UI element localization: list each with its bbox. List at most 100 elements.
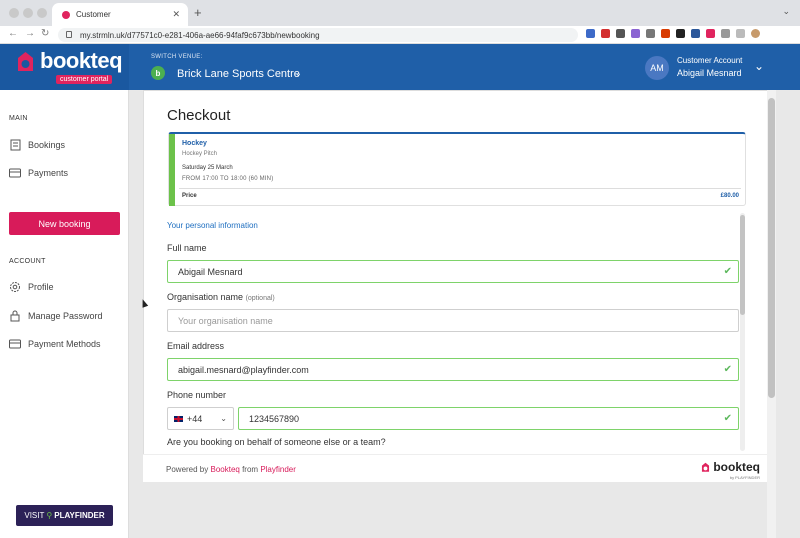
bookings-icon xyxy=(9,139,21,151)
phone-label: Phone number xyxy=(167,390,227,400)
venue-chevron-icon[interactable]: ⌄ xyxy=(295,69,302,78)
sidebar-item-manage-password[interactable]: Manage Password xyxy=(9,310,103,322)
tab-title: Customer xyxy=(76,10,111,19)
new-tab-button[interactable]: + xyxy=(194,5,202,20)
back-icon[interactable]: ← xyxy=(8,28,18,39)
chevron-down-icon: ⌄ xyxy=(220,414,227,423)
forward-icon[interactable]: → xyxy=(25,28,35,39)
booking-date: Saturday 25 March xyxy=(182,165,233,171)
extension-9-icon[interactable] xyxy=(706,29,715,38)
browser-tab[interactable]: Customer ✕ xyxy=(52,3,188,26)
booking-time: FROM 17:00 TO 18:00 (60 MIN) xyxy=(182,176,274,182)
account-type: Customer Account xyxy=(677,56,743,65)
extension-4-icon[interactable] xyxy=(631,29,640,38)
check-icon: ✔ xyxy=(723,364,732,375)
logo-area[interactable]: bookteq customer portal xyxy=(0,44,129,90)
organisation-field[interactable]: Your organisation name xyxy=(167,309,739,332)
uk-flag-icon xyxy=(174,415,183,422)
extension-1-icon[interactable] xyxy=(586,29,595,38)
sidebar-item-payments[interactable]: Payments xyxy=(9,167,68,179)
sidebar-main-label: MAIN xyxy=(9,115,28,122)
sidebar-account-label: ACCOUNT xyxy=(9,258,46,265)
extension-2-icon[interactable] xyxy=(601,29,610,38)
portal-badge: customer portal xyxy=(56,75,113,84)
email-value: abigail.mesnard@playfinder.com xyxy=(178,364,309,375)
venue-label: SWITCH VENUE: xyxy=(151,54,203,60)
extension-icons xyxy=(586,29,760,38)
gear-icon xyxy=(9,281,21,293)
bookteq-logo-icon xyxy=(18,52,33,71)
checkout-footer: Powered by Bookteq from Playfinder bookt… xyxy=(143,454,774,482)
organisation-label-text: Organisation name xyxy=(167,292,244,302)
personal-info-section-link[interactable]: Your personal information xyxy=(167,221,258,230)
sidebar-toggle-icon[interactable] xyxy=(736,29,745,38)
puzzle-icon[interactable] xyxy=(721,29,730,38)
reload-icon[interactable]: ↻ xyxy=(41,28,49,39)
venue-selector[interactable]: Brick Lane Sports Centre xyxy=(177,68,300,80)
window-minimize-button[interactable] xyxy=(23,8,33,18)
email-field[interactable]: abigail.mesnard@playfinder.com ✔ xyxy=(167,358,739,381)
lock-icon xyxy=(9,310,21,322)
url-field[interactable]: my.strmln.uk/d77571c0-e281-406a-ae66-94f… xyxy=(58,28,578,42)
bookteq-link[interactable]: Bookteq xyxy=(210,465,239,474)
divider xyxy=(179,188,741,189)
card-icon xyxy=(9,167,21,179)
new-booking-button[interactable]: New booking xyxy=(9,212,120,235)
organisation-placeholder: Your organisation name xyxy=(178,315,273,326)
close-tab-icon[interactable]: ✕ xyxy=(172,9,180,20)
check-icon: ✔ xyxy=(723,266,732,277)
check-icon: ✔ xyxy=(723,413,732,424)
full-name-value: Abigail Mesnard xyxy=(178,266,243,277)
form-scrollbar-thumb[interactable] xyxy=(740,215,745,315)
page-scrollbar-thumb[interactable] xyxy=(768,98,775,398)
sidebar-item-label: Profile xyxy=(28,282,54,292)
lock-icon xyxy=(66,31,72,38)
playfinder-link[interactable]: Playfinder xyxy=(260,465,296,474)
visit-label: VISIT xyxy=(24,511,45,520)
sidebar-item-profile[interactable]: Profile xyxy=(9,281,54,293)
sidebar-item-bookings[interactable]: Bookings xyxy=(9,139,65,151)
extension-5-icon[interactable] xyxy=(646,29,655,38)
sidebar-item-payment-methods[interactable]: Payment Methods xyxy=(9,338,101,350)
phone-field[interactable]: 1234567890 ✔ xyxy=(238,407,739,430)
visit-playfinder-button[interactable]: VISIT ⚲ PLAYFINDER xyxy=(16,505,113,526)
extension-7-icon[interactable] xyxy=(676,29,685,38)
extension-3-icon[interactable] xyxy=(616,29,625,38)
venue-icon: b xyxy=(151,66,165,80)
sidebar-item-label: Payment Methods xyxy=(28,339,101,349)
email-label: Email address xyxy=(167,341,225,351)
account-name[interactable]: Abigail Mesnard xyxy=(677,68,742,78)
card-icon xyxy=(9,338,21,350)
url-text: my.strmln.uk/d77571c0-e281-406a-ae66-94f… xyxy=(80,30,320,40)
organisation-label: Organisation name (optional) xyxy=(167,292,275,302)
extension-6-icon[interactable] xyxy=(661,29,670,38)
window-close-button[interactable] xyxy=(9,8,19,18)
booking-resource: Hockey Pitch xyxy=(182,151,218,157)
checkout-card: Checkout Hockey Hockey Pitch Saturday 25… xyxy=(143,90,774,482)
main-content: Checkout Hockey Hockey Pitch Saturday 25… xyxy=(129,90,800,538)
price-value: £80.00 xyxy=(720,193,739,199)
footer-logo-text: bookteq xyxy=(713,460,760,474)
country-code-select[interactable]: +44 ⌄ xyxy=(167,407,234,430)
booking-color-stripe xyxy=(169,134,175,206)
from-text: from xyxy=(242,465,259,474)
extension-8-icon[interactable] xyxy=(691,29,700,38)
profile-avatar-icon[interactable] xyxy=(751,29,760,38)
sidebar-item-label: Bookings xyxy=(28,140,66,150)
tab-list-chevron-icon[interactable]: ⌄ xyxy=(782,6,790,17)
optional-hint: (optional) xyxy=(245,295,275,302)
footer-logo-sub: by PLAYFINDER xyxy=(729,475,760,480)
phone-value: 1234567890 xyxy=(249,413,300,424)
page-title: Checkout xyxy=(167,107,231,124)
sidebar: MAIN Bookings Payments New booking ACCOU… xyxy=(0,90,129,538)
account-chevron-down-icon[interactable]: ⌄ xyxy=(754,59,764,73)
powered-by: Powered by Bookteq from Playfinder xyxy=(166,465,296,474)
playfinder-pin-icon: ⚲ xyxy=(46,511,53,520)
booking-sport: Hockey xyxy=(182,140,207,147)
sidebar-item-label: Payments xyxy=(28,168,69,178)
booking-behalf-question: Are you booking on behalf of someone els… xyxy=(167,437,386,447)
avatar[interactable]: AM xyxy=(645,56,669,80)
full-name-field[interactable]: Abigail Mesnard ✔ xyxy=(167,260,739,283)
browser-tab-bar: Customer ✕ + ⌄ xyxy=(0,0,800,26)
window-zoom-button[interactable] xyxy=(37,8,47,18)
